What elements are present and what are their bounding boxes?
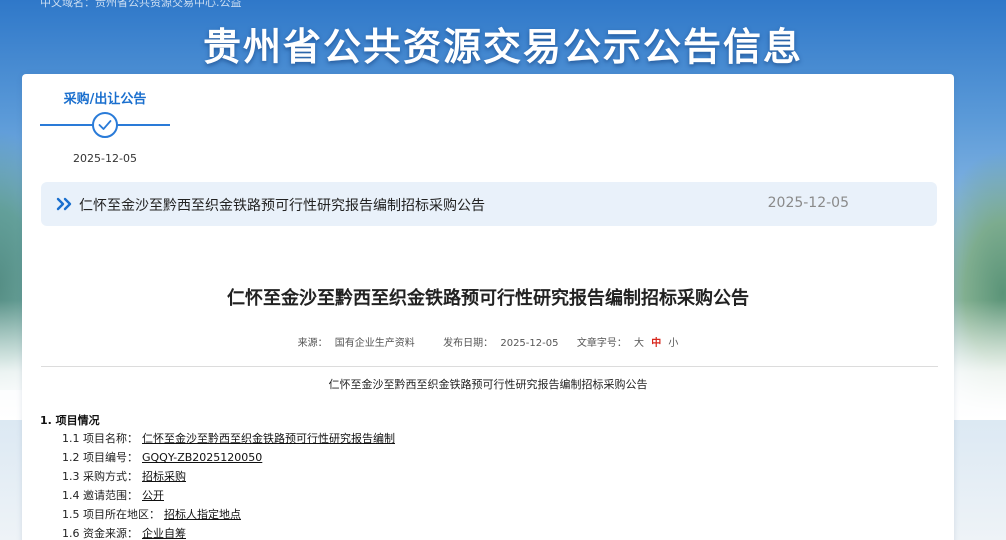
project-info-list: 1.1 项目名称： 仁怀至金沙至黔西至织金铁路预可行性研究报告编制 1.2 项目编… bbox=[62, 429, 395, 540]
item-label: 1.5 项目所在地区： bbox=[62, 508, 160, 521]
notice-title-link[interactable]: 仁怀至金沙至黔西至织金铁路预可行性研究报告编制招标采购公告 bbox=[79, 195, 485, 215]
body-heading: 仁怀至金沙至黔西至织金铁路预可行性研究报告编制招标采购公告 bbox=[328, 378, 648, 391]
notice-bar[interactable]: 仁怀至金沙至黔西至织金铁路预可行性研究报告编制招标采购公告 2025-12-05 bbox=[41, 182, 937, 226]
article-title: 仁怀至金沙至黔西至织金铁路预可行性研究报告编制招标采购公告 bbox=[227, 288, 749, 309]
banner-title: 贵州省公共资源交易公示公告信息 bbox=[202, 25, 803, 69]
item-label: 1.4 邀请范围： bbox=[62, 489, 138, 502]
list-item: 1.1 项目名称： 仁怀至金沙至黔西至织金铁路预可行性研究报告编制 bbox=[62, 429, 395, 448]
list-item: 1.2 项目编号： GQQY-ZB2025120050 bbox=[62, 448, 395, 467]
item-label: 1.3 采购方式： bbox=[62, 470, 138, 483]
progress-step: 采购/出让公告 2025-12-05 bbox=[40, 88, 170, 165]
article-meta: 来源： 国有企业生产资料 发布日期： 2025-12-05 文章字号： 大 中 … bbox=[22, 334, 954, 349]
section-title: 1. 项目情况 bbox=[40, 414, 100, 427]
step-date: 2025-12-05 bbox=[73, 152, 137, 165]
publish-date-label: 发布日期： bbox=[443, 338, 494, 349]
item-value: 招标采购 bbox=[142, 470, 186, 483]
check-circle-icon bbox=[92, 112, 118, 138]
item-label: 1.2 项目编号： bbox=[62, 451, 138, 464]
domain-caption: 中文域名：贵州省公共资源交易中心.公益 bbox=[40, 0, 242, 9]
list-item: 1.6 资金来源： 企业自筹 bbox=[62, 524, 395, 540]
publish-date-value: 2025-12-05 bbox=[500, 338, 559, 349]
content-card: 采购/出让公告 2025-12-05 仁怀至金沙至黔西至织金铁路预可行性研究报告… bbox=[22, 74, 954, 540]
item-value: 公开 bbox=[142, 489, 164, 502]
step-track bbox=[40, 110, 170, 140]
step-label[interactable]: 采购/出让公告 bbox=[40, 88, 170, 108]
divider bbox=[41, 366, 938, 367]
notice-date: 2025-12-05 bbox=[767, 195, 849, 211]
list-item: 1.4 邀请范围： 公开 bbox=[62, 486, 395, 505]
double-chevron-right-icon bbox=[55, 195, 75, 213]
item-label: 1.1 项目名称： bbox=[62, 432, 138, 445]
font-size-label: 文章字号： bbox=[576, 338, 627, 349]
item-value: 招标人指定地点 bbox=[164, 508, 241, 521]
list-item: 1.3 采购方式： 招标采购 bbox=[62, 467, 395, 486]
item-value: 仁怀至金沙至黔西至织金铁路预可行性研究报告编制 bbox=[142, 432, 395, 445]
item-label: 1.6 资金来源： bbox=[62, 527, 138, 540]
font-size-large-button[interactable]: 大 bbox=[634, 338, 644, 349]
item-value: GQQY-ZB2025120050 bbox=[142, 451, 263, 464]
source-label: 来源： bbox=[297, 338, 328, 349]
item-value: 企业自筹 bbox=[142, 527, 186, 540]
list-item: 1.5 项目所在地区： 招标人指定地点 bbox=[62, 505, 395, 524]
source-value: 国有企业生产资料 bbox=[334, 338, 415, 349]
font-size-medium-button[interactable]: 中 bbox=[651, 338, 661, 349]
font-size-small-button[interactable]: 小 bbox=[668, 338, 678, 349]
